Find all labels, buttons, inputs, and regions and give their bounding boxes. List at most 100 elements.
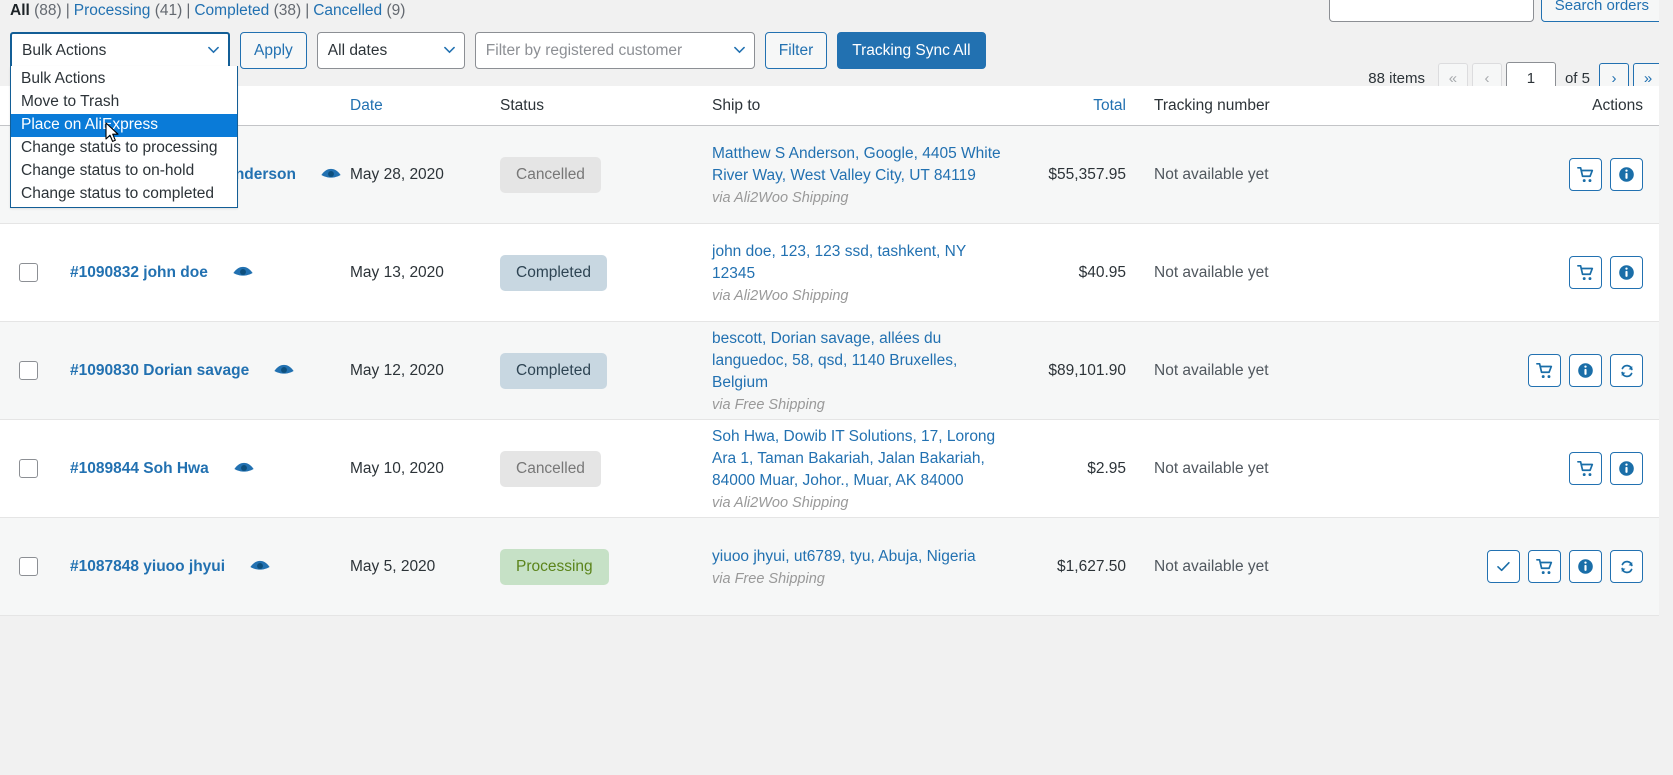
order-link[interactable]: #1089844 Soh Hwa [70,460,209,478]
tracking-number: Not available yet [1154,557,1269,575]
table-body: #1093335 Matthew S AndersonMay 28, 2020C… [0,126,1659,616]
bulk-option-5[interactable]: Change status to completed [11,183,237,206]
row-checkbox[interactable] [18,459,38,478]
header-status: Status [500,96,544,114]
bulk-option-1[interactable]: Move to Trash [11,91,237,114]
table-header-row: Order Date Status Ship to Total Tracking… [0,86,1659,126]
table-row: #1090830 Dorian savage May 12, 2020 Comple… [0,322,1659,420]
preview-eye-icon[interactable] [320,168,342,182]
shipping-method: via Ali2Woo Shipping [712,190,849,206]
status-badge: Completed [500,352,607,389]
status-link-processing-label[interactable]: Processing [74,2,151,19]
bulk-actions-selected-value: Bulk Actions [22,41,107,59]
actions-cell [1426,354,1659,387]
action-sync-button[interactable] [1610,550,1643,583]
ship-to-address[interactable]: bescott, Dorian savage, allées du langue… [712,328,1010,394]
status-link-cancelled[interactable]: Cancelled (9) [313,2,405,19]
action-info-button[interactable] [1610,256,1643,289]
order-link[interactable]: #1090830 Dorian savage [70,362,249,380]
status-badge: Processing [500,548,609,585]
status-badge: Cancelled [500,156,601,193]
actions-cell [1426,452,1659,485]
status-link-all[interactable]: All (88) [10,2,62,19]
search-input[interactable] [1328,0,1534,22]
shipping-method: via Ali2Woo Shipping [712,495,849,511]
date-cell: May 28, 2020 [350,166,500,184]
table-toolbar: Bulk Actions Apply All dates Filter by r… [0,30,1673,95]
status-link-completed-label[interactable]: Completed [194,2,269,19]
order-link[interactable]: #1087848 yiuoo jhyui [70,558,225,576]
apply-button[interactable]: Apply [240,32,307,69]
action-cart-button[interactable] [1569,158,1602,191]
order-cell: #1090832 john doe [56,264,350,282]
bulk-option-0[interactable]: Bulk Actions [11,68,237,91]
status-link-cancelled-count: (9) [386,2,406,19]
order-link[interactable]: #1090832 john doe [70,264,208,282]
orders-page: All (88) | Processing (41) | Completed (38) |… [0,0,1673,775]
items-count: 88 items [1368,70,1425,87]
tracking-sync-all-button[interactable]: Tracking Sync All [837,32,986,69]
action-cart-button[interactable] [1569,452,1602,485]
row-checkbox[interactable] [18,263,38,282]
bulk-actions-dropdown-list[interactable]: Bulk Actions Move to Trash Place on AliExp… [10,66,238,208]
search-orders-button[interactable]: Search orders [1540,0,1663,22]
bulk-option-2[interactable]: Place on AliExpress [11,114,237,137]
preview-eye-icon[interactable] [273,364,295,378]
preview-eye-icon[interactable] [249,560,271,574]
table-row: #1089844 Soh Hwa May 10, 2020 Cancelled Soh… [0,420,1659,518]
action-cart-button[interactable] [1528,354,1561,387]
action-cart-button[interactable] [1569,256,1602,289]
ship-to-cell: Matthew S Anderson, Google, 4405 White R… [712,143,1010,206]
date-filter-selected-value: All dates [327,41,388,59]
bulk-option-3[interactable]: Change status to processing [11,137,237,160]
status-link-all-label: All [10,2,30,19]
order-date: May 13, 2020 [350,263,444,281]
table-row: #1093335 Matthew S AndersonMay 28, 2020C… [0,126,1659,224]
row-checkbox[interactable] [18,361,38,380]
order-date: May 5, 2020 [350,557,436,575]
row-checkbox[interactable] [18,557,38,576]
orders-table: Order Date Status Ship to Total Tracking… [0,86,1659,616]
status-link-processing[interactable]: Processing (41) [74,2,183,19]
preview-eye-icon[interactable] [233,462,255,476]
date-filter-select[interactable]: All dates [316,32,465,69]
ship-to-address[interactable]: Soh Hwa, Dowib IT Solutions, 17, Lorong … [712,426,1010,492]
action-check-button[interactable] [1487,550,1520,583]
total-cell: $1,627.50 [1010,558,1126,576]
total-cell: $55,357.95 [1010,166,1126,184]
shipping-method: via Free Shipping [712,397,825,413]
status-badge: Completed [500,254,607,291]
status-link-completed[interactable]: Completed (38) [194,2,301,19]
shipping-method: via Ali2Woo Shipping [712,288,849,304]
tracking-cell: Not available yet [1126,166,1426,184]
customer-filter-select[interactable]: Filter by registered customer [474,32,755,69]
status-cell: Completed [500,352,712,389]
preview-eye-icon[interactable] [232,266,254,280]
bulk-actions-select[interactable]: Bulk Actions [10,32,230,69]
chevron-down-icon [443,44,455,55]
ship-to-address[interactable]: Matthew S Anderson, Google, 4405 White R… [712,143,1010,187]
order-total: $89,101.90 [1048,361,1126,379]
row-select-cell [0,459,56,478]
separator-3: | [305,2,310,19]
action-info-button[interactable] [1610,452,1643,485]
status-link-cancelled-label[interactable]: Cancelled [313,2,382,19]
bulk-option-4[interactable]: Change status to on-hold [11,160,237,183]
action-info-button[interactable] [1569,354,1602,387]
action-cart-button[interactable] [1528,550,1561,583]
separator-1: | [65,2,70,19]
ship-to-address[interactable]: yiuoo jhyui, ut6789, tyu, Abuja, Nigeria [712,546,1010,568]
action-info-button[interactable] [1610,158,1643,191]
header-date[interactable]: Date [350,97,500,115]
row-select-cell [0,361,56,380]
date-cell: May 12, 2020 [350,362,500,380]
action-info-button[interactable] [1569,550,1602,583]
toolbar-left-actions: Bulk Actions Apply All dates Filter by r… [10,32,986,69]
filter-button[interactable]: Filter [764,32,828,69]
action-buttons [1569,158,1643,191]
action-sync-button[interactable] [1610,354,1643,387]
ship-to-address[interactable]: john doe, 123, 123 ssd, tashkent, NY 123… [712,241,1010,285]
actions-cell [1426,550,1659,583]
status-cell: Cancelled [500,156,712,193]
header-total[interactable]: Total [1010,97,1126,115]
